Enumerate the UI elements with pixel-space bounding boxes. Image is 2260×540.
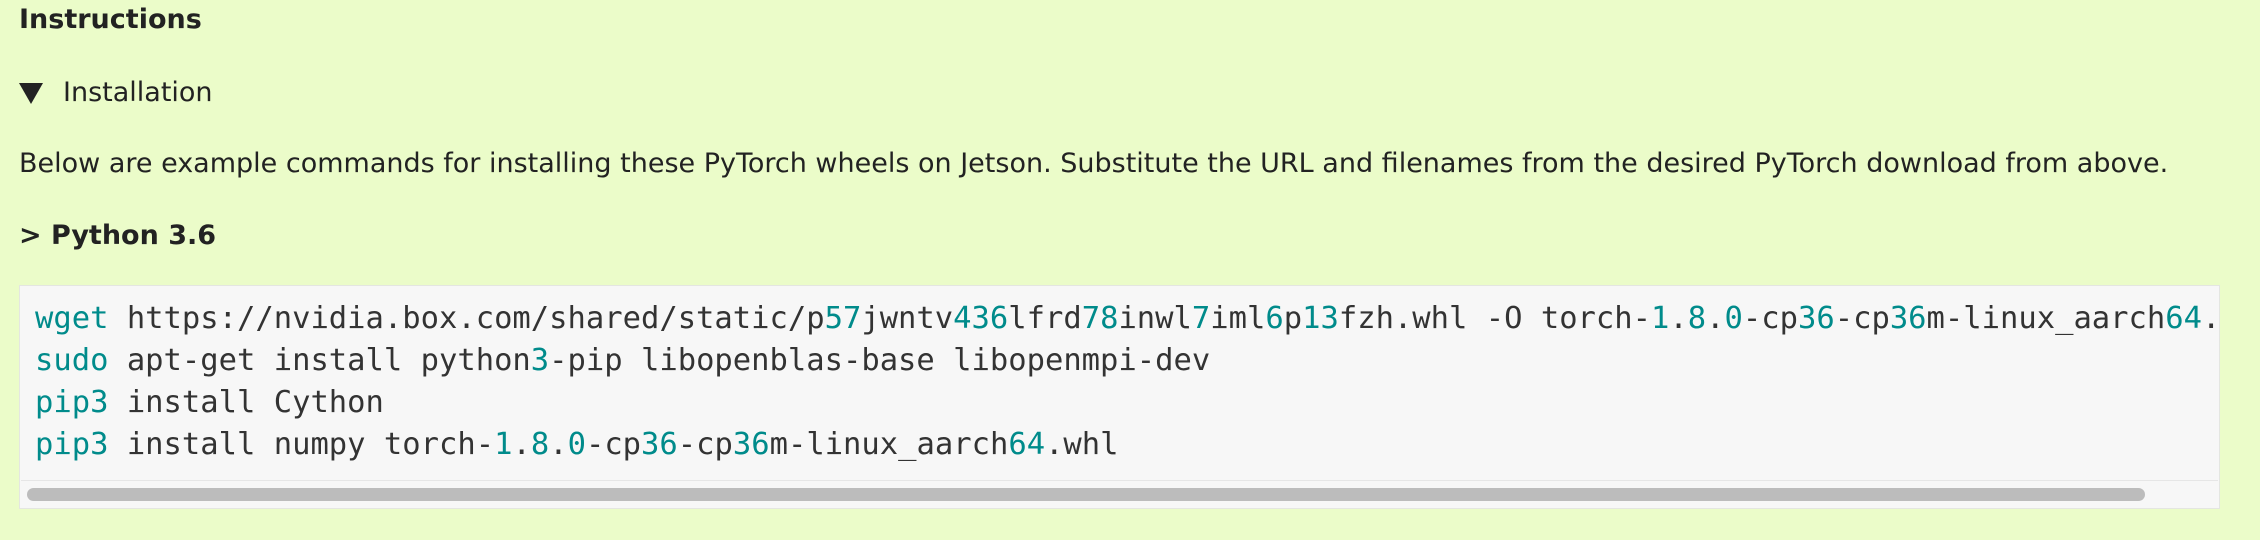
- code-text: p: [1283, 301, 1303, 336]
- code-command: pip3: [35, 385, 109, 420]
- intro-paragraph: Below are example commands for installin…: [19, 148, 2169, 179]
- installation-toggle-label: Installation: [63, 76, 213, 108]
- code-number: 64: [2165, 301, 2202, 336]
- code-content[interactable]: wget https://nvidia.box.com/shared/stati…: [35, 298, 2220, 466]
- code-text: -cp: [1834, 301, 1890, 336]
- code-number: 57: [824, 301, 862, 336]
- horizontal-scrollbar[interactable]: [21, 480, 2218, 507]
- code-number: 36: [1797, 301, 1835, 336]
- code-number: 1: [494, 427, 513, 462]
- code-text: install Cython: [108, 385, 384, 420]
- instructions-heading: Instructions: [19, 4, 202, 35]
- code-text: jwntv: [861, 301, 954, 336]
- code-line: sudo apt-get install python3-pip libopen…: [35, 340, 2219, 382]
- installation-toggle[interactable]: Installation: [19, 74, 213, 110]
- code-text: m-linux_aarch: [1926, 301, 2166, 336]
- code-line: pip3 install Cython: [35, 382, 2219, 424]
- code-text: -cp: [1742, 301, 1798, 336]
- code-text: m-linux_aarch: [769, 427, 1009, 462]
- code-block[interactable]: wget https://nvidia.box.com/shared/stati…: [19, 285, 2220, 509]
- code-text: .: [1706, 301, 1725, 336]
- code-text: fzh.whl -O torch-: [1338, 301, 1652, 336]
- code-text: lfrd: [1008, 301, 1082, 336]
- code-line: pip3 install numpy torch-1.8.0-cp36-cp36…: [35, 424, 2219, 466]
- code-text: apt-get install python: [108, 343, 531, 378]
- code-line: wget https://nvidia.box.com/shared/stati…: [35, 298, 2220, 340]
- code-text: .: [549, 427, 568, 462]
- code-number: 6: [1265, 301, 1284, 336]
- code-number: 1: [1651, 301, 1670, 336]
- code-number: 0: [567, 427, 586, 462]
- scrollbar-thumb[interactable]: [27, 488, 2145, 501]
- code-text: -pip libopenblas-base libopenmpi-dev: [549, 343, 1211, 378]
- code-number: 36: [1889, 301, 1927, 336]
- code-number: 8: [530, 427, 550, 462]
- code-number: 3: [530, 343, 550, 378]
- code-number: 8: [1687, 301, 1707, 336]
- code-number: 13: [1302, 301, 1339, 336]
- code-number: 36: [732, 427, 770, 462]
- code-text: https://nvidia.box.com/shared/static/p: [108, 301, 825, 336]
- code-text: .: [1669, 301, 1688, 336]
- code-number: 64: [1008, 427, 1046, 462]
- code-number: 36: [641, 427, 678, 462]
- code-text: .whl: [1045, 427, 1119, 462]
- code-text: -cp: [585, 427, 642, 462]
- code-command: sudo: [35, 343, 109, 378]
- python-version-heading: > Python 3.6: [19, 220, 217, 251]
- code-command: wget: [35, 301, 109, 336]
- code-number: 436: [953, 301, 1009, 336]
- code-text: -cp: [677, 427, 733, 462]
- code-number: 7: [1191, 301, 1211, 336]
- code-text: .: [512, 427, 531, 462]
- code-text: iml: [1210, 301, 1266, 336]
- code-text: install numpy torch-: [108, 427, 495, 462]
- code-text: inwl: [1118, 301, 1192, 336]
- code-number: 78: [1081, 301, 1119, 336]
- triangle-down-icon: [19, 82, 43, 104]
- code-command: pip3: [35, 427, 109, 462]
- code-number: 0: [1724, 301, 1743, 336]
- code-text: .whl: [2202, 301, 2220, 336]
